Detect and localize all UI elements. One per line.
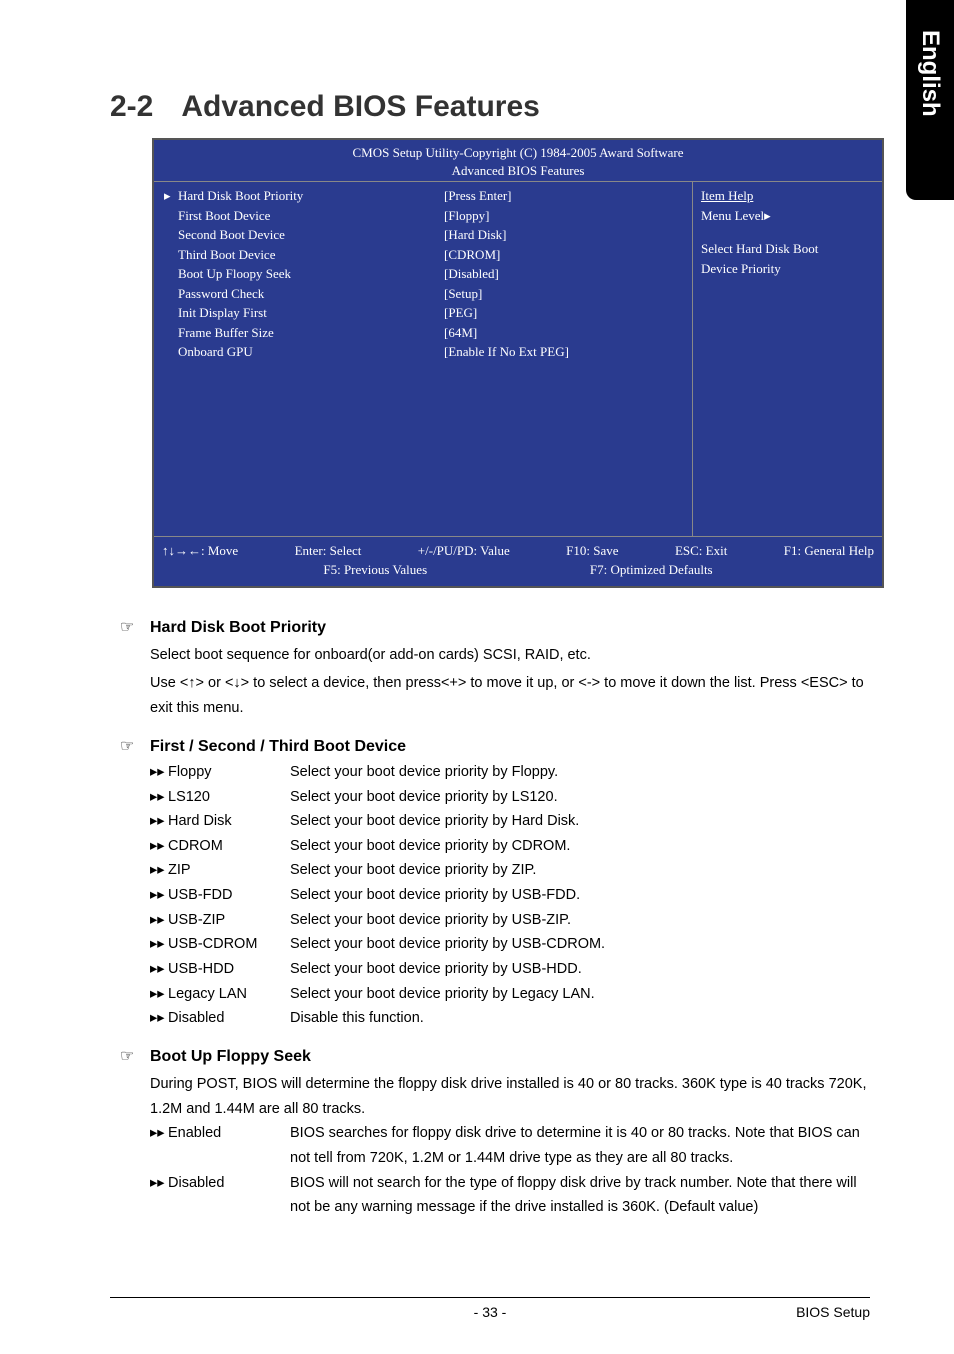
option-desc: Select your boot device priority by USB-… (290, 908, 571, 933)
option-key: CDROM (168, 838, 223, 854)
option-desc: Select your boot device priority by Flop… (290, 760, 558, 785)
bios-key-hint: ↑↓→←: Move (162, 541, 238, 561)
option-key: Enabled (168, 1125, 221, 1141)
option-desc: Select your boot device priority by USB-… (290, 932, 605, 957)
option-desc: Select your boot device priority by USB-… (290, 957, 582, 982)
bios-key-hint: +/-/PU/PD: Value (418, 541, 510, 561)
option-desc: Select your boot device priority by ZIP. (290, 858, 536, 883)
bios-screenshot: CMOS Setup Utility-Copyright (C) 1984-20… (152, 138, 884, 588)
bios-item-value: [Floppy] (444, 206, 684, 226)
bios-header: CMOS Setup Utility-Copyright (C) 1984-20… (154, 140, 882, 182)
bios-footer: ↑↓→←: Move Enter: Select +/-/PU/PD: Valu… (154, 536, 882, 586)
bios-item-value: [Hard Disk] (444, 225, 684, 245)
item-paragraph: During POST, BIOS will determine the flo… (150, 1072, 870, 1121)
bios-item-label: Third Boot Device (178, 247, 275, 262)
double-arrow-icon: ▸▸ (150, 908, 168, 933)
description-block: ☞ Hard Disk Boot Priority Select boot se… (120, 614, 870, 1220)
double-arrow-icon: ▸▸ (150, 1171, 168, 1196)
bios-item-value: [CDROM] (444, 245, 684, 265)
triangle-icon: ▸ (164, 186, 178, 206)
bios-item-label: Onboard GPU (178, 344, 253, 359)
section-number: 2-2 (110, 90, 153, 124)
bios-item-label: Frame Buffer Size (178, 325, 274, 340)
double-arrow-icon: ▸▸ (150, 982, 168, 1007)
bios-item-value: [PEG] (444, 303, 684, 323)
bios-help-title: Item Help (701, 186, 874, 206)
double-arrow-icon: ▸▸ (150, 760, 168, 785)
option-key: USB-ZIP (168, 912, 225, 928)
page-number: - 33 - (474, 1304, 507, 1320)
bios-item-value: [Enable If No Ext PEG] (444, 342, 684, 362)
option-desc: Select your boot device priority by CDRO… (290, 834, 570, 859)
bios-item-label: Password Check (178, 286, 264, 301)
item-title: Boot Up Floppy Seek (150, 1043, 311, 1070)
double-arrow-icon: ▸▸ (150, 883, 168, 908)
bios-item-label: Hard Disk Boot Priority (178, 188, 303, 203)
bios-item-label: Init Display First (178, 305, 267, 320)
hand-pointer-icon: ☞ (120, 733, 140, 760)
option-desc: Disable this function. (290, 1006, 424, 1031)
bios-help-panel: Item Help Menu Level▸ Select Hard Disk B… (692, 182, 882, 536)
option-key: ZIP (168, 862, 191, 878)
section-heading: 2-2 Advanced BIOS Features (110, 90, 870, 124)
double-arrow-icon: ▸▸ (150, 809, 168, 834)
option-key: Legacy LAN (168, 986, 247, 1002)
bios-header-line2: Advanced BIOS Features (154, 162, 882, 180)
double-arrow-icon: ▸▸ (150, 858, 168, 883)
bios-help-text: Select Hard Disk Boot (701, 239, 874, 259)
bios-header-line1: CMOS Setup Utility-Copyright (C) 1984-20… (154, 144, 882, 162)
bios-key-hint: Enter: Select (295, 541, 362, 561)
bios-item-label: Boot Up Floopy Seek (178, 266, 291, 281)
bios-item-value: [Setup] (444, 284, 684, 304)
bios-item-value: [Disabled] (444, 264, 684, 284)
option-key: Disabled (168, 1175, 224, 1191)
footer-section: BIOS Setup (796, 1304, 870, 1320)
double-arrow-icon: ▸▸ (150, 932, 168, 957)
option-key: USB-CDROM (168, 936, 257, 952)
bios-item-value: [64M] (444, 323, 684, 343)
item-paragraph: Select boot sequence for onboard(or add-… (150, 643, 870, 668)
bios-key-hint: F1: General Help (784, 541, 874, 561)
bios-key-hint: F5: Previous Values (323, 560, 427, 580)
bios-main-panel: ▸Hard Disk Boot Priority First Boot Devi… (154, 182, 692, 536)
item-paragraph: Use <↑> or <↓> to select a device, then … (150, 671, 870, 720)
bios-key-hint: ESC: Exit (675, 541, 727, 561)
page-footer: - 33 - BIOS Setup (110, 1297, 870, 1320)
double-arrow-icon: ▸▸ (150, 1121, 168, 1146)
bios-help-text: Device Priority (701, 259, 874, 279)
option-key: Disabled (168, 1010, 224, 1026)
option-desc: BIOS searches for floppy disk drive to d… (290, 1121, 870, 1170)
option-key: USB-FDD (168, 887, 232, 903)
hand-pointer-icon: ☞ (120, 1043, 140, 1070)
bios-item-label: Second Boot Device (178, 227, 285, 242)
bios-item-label: First Boot Device (178, 208, 270, 223)
option-key: USB-HDD (168, 961, 234, 977)
option-key: Floppy (168, 764, 212, 780)
option-desc: BIOS will not search for the type of flo… (290, 1171, 870, 1220)
item-title: Hard Disk Boot Priority (150, 614, 326, 641)
section-title: Advanced BIOS Features (181, 90, 539, 124)
option-desc: Select your boot device priority by LS12… (290, 785, 558, 810)
option-desc: Select your boot device priority by Hard… (290, 809, 579, 834)
option-key: Hard Disk (168, 813, 232, 829)
bios-key-hint: F7: Optimized Defaults (590, 560, 713, 580)
option-desc: Select your boot device priority by USB-… (290, 883, 580, 908)
double-arrow-icon: ▸▸ (150, 785, 168, 810)
bios-item-value: [Press Enter] (444, 186, 684, 206)
double-arrow-icon: ▸▸ (150, 834, 168, 859)
double-arrow-icon: ▸▸ (150, 1006, 168, 1031)
hand-pointer-icon: ☞ (120, 614, 140, 641)
double-arrow-icon: ▸▸ (150, 957, 168, 982)
language-tab: English (906, 0, 954, 200)
option-desc: Select your boot device priority by Lega… (290, 982, 595, 1007)
bios-help-menu-level: Menu Level▸ (701, 206, 874, 226)
option-key: LS120 (168, 789, 210, 805)
item-title: First / Second / Third Boot Device (150, 733, 406, 760)
page-content: 2-2 Advanced BIOS Features CMOS Setup Ut… (0, 0, 954, 1220)
bios-key-hint: F10: Save (566, 541, 618, 561)
